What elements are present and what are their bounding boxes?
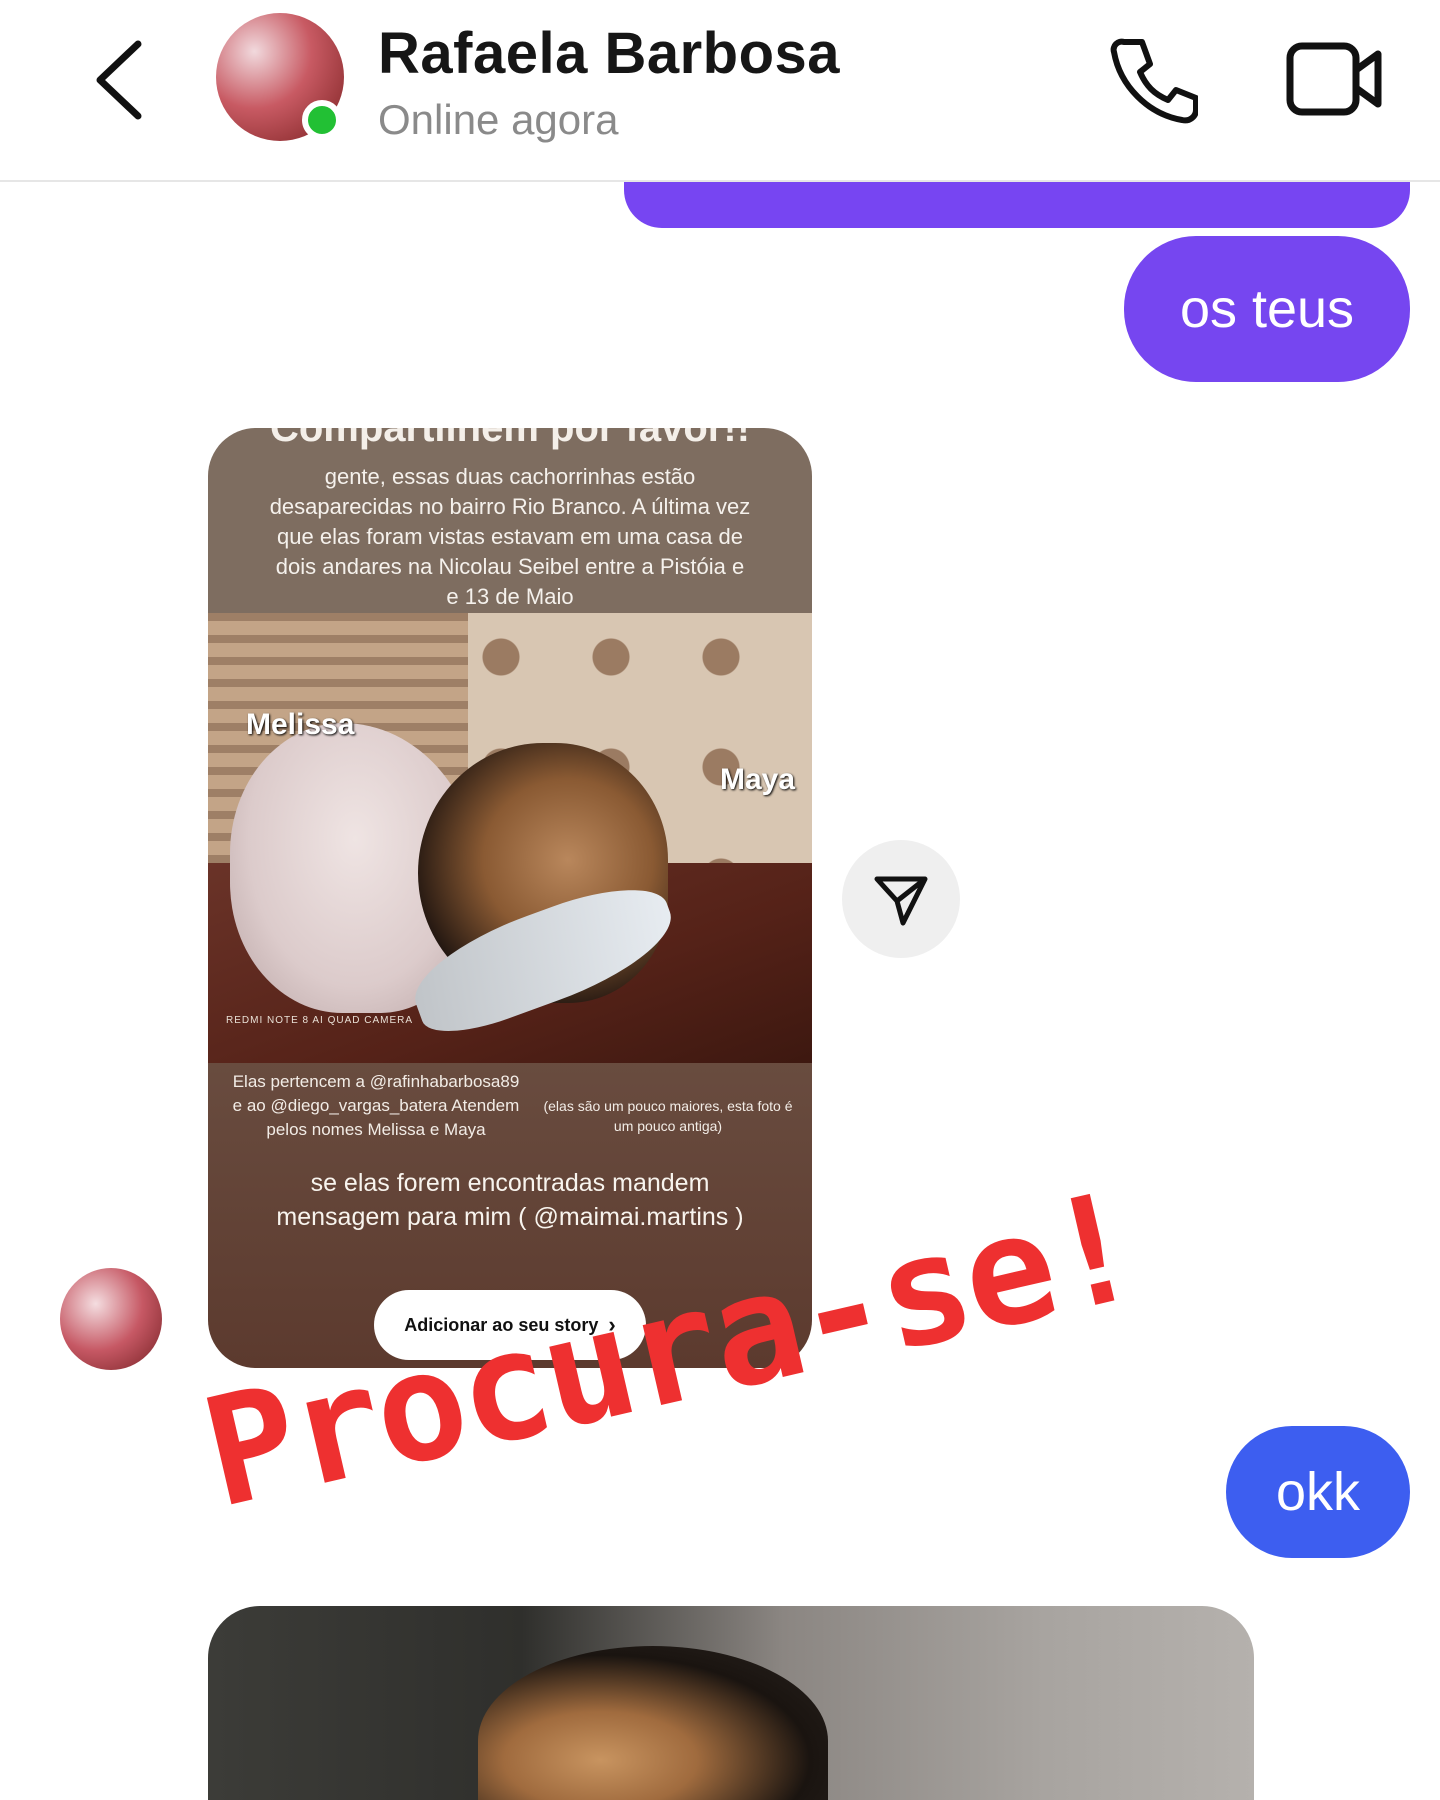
beagle-dog [478,1646,828,1800]
contact-note: se elas forem encontradas mandem mensage… [276,1169,744,1231]
dogs-photo: Melissa Maya REDMI NOTE 8 AI QUAD CAMERA [208,613,812,1063]
camera-watermark: REDMI NOTE 8 AI QUAD CAMERA [226,1015,414,1026]
shared-story-card[interactable]: Compartilhem por favor!! gente, essas du… [208,428,812,1368]
sent-message-bubble[interactable]: okk [1226,1426,1410,1558]
voice-call-button[interactable] [1108,34,1199,124]
dog-label-maya: Maya [720,763,796,796]
chevron-left-icon [96,40,142,120]
send-icon [874,876,928,926]
back-button[interactable] [88,38,158,122]
sender-avatar[interactable] [60,1268,162,1370]
dog-label-melissa: Melissa [246,708,355,741]
story-heading: Compartilhem por favor!! [269,428,751,450]
contact-status: Online agora [378,96,619,143]
sent-message-bubble[interactable]: os teus [1124,236,1410,382]
share-button[interactable] [842,840,960,958]
shared-photo[interactable] [208,1606,1254,1800]
story-intro-text: gente, essas duas cachorrinhas estão des… [269,464,751,609]
online-indicator [302,100,342,140]
chat-header: Rafaela Barbosa Online agora [0,0,1440,182]
video-camera-icon [1286,42,1382,116]
phone-icon [1110,38,1199,124]
age-note: (elas são um pouco maiores, esta foto é … [543,1098,793,1134]
contact-name[interactable]: Rafaela Barbosa [378,20,840,87]
video-call-button[interactable] [1284,36,1384,122]
owners-note: Elas pertencem a @rafinhabarbosa89 e ao … [232,1072,520,1139]
